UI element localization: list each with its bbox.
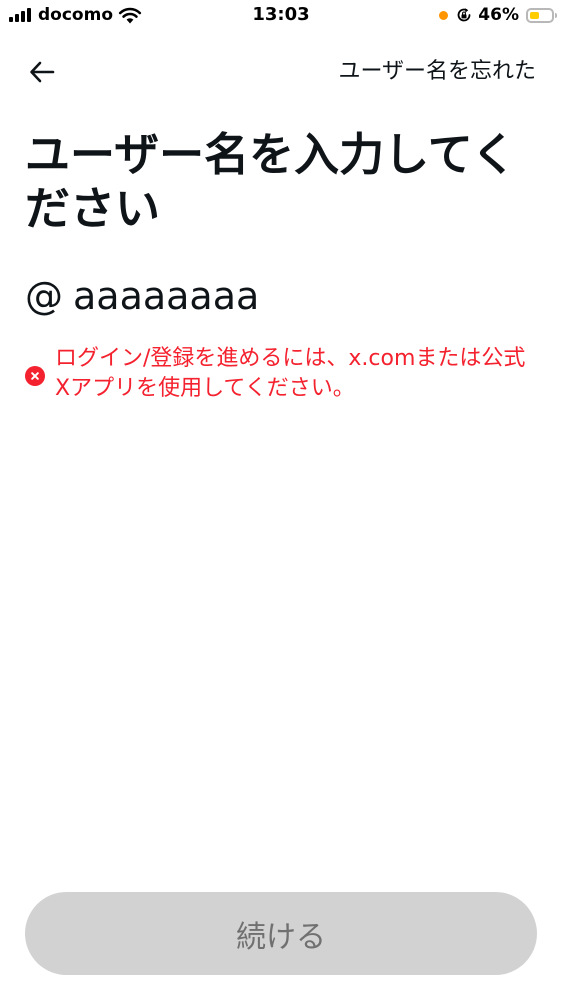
error-message: ログイン/登録を進めるには、x.comまたは公式Xアプリを使用してください。 xyxy=(25,344,535,404)
microphone-in-use-indicator xyxy=(439,10,449,20)
error-text: ログイン/登録を進めるには、x.comまたは公式Xアプリを使用してください。 xyxy=(55,346,526,401)
login-username-screen: docomo 13:03 46% ユーザー名を忘れた ユーザー名を入力してくださ… xyxy=(0,0,562,999)
status-bar: docomo 13:03 46% xyxy=(0,0,562,32)
username-input[interactable]: @ aaaaaaaa xyxy=(25,268,535,324)
back-button[interactable] xyxy=(22,54,62,90)
battery-cap xyxy=(555,12,557,18)
arrow-left-icon xyxy=(30,61,55,83)
battery-level-fill xyxy=(530,11,539,19)
battery-icon xyxy=(526,7,557,23)
page-title: ユーザー名を入力してください xyxy=(25,128,517,235)
status-right-group: 46% xyxy=(439,5,557,25)
continue-button[interactable]: 続ける xyxy=(25,892,537,975)
error-x-icon xyxy=(25,366,45,386)
forgot-username-link[interactable]: ユーザー名を忘れた xyxy=(338,56,536,88)
username-prefix: @ xyxy=(25,274,63,318)
orientation-lock-icon xyxy=(457,8,471,22)
battery-percentage: 46% xyxy=(478,5,519,25)
username-value: aaaaaaaa xyxy=(73,274,260,318)
